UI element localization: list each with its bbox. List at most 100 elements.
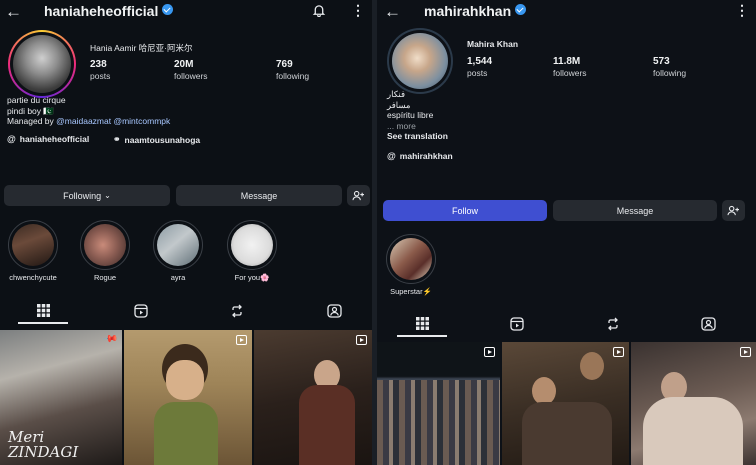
reel-badge-icon <box>484 347 495 357</box>
tab-reels[interactable] <box>492 311 542 337</box>
tab-reels[interactable] <box>116 298 166 324</box>
message-button[interactable]: Message <box>553 200 717 221</box>
followers-stat[interactable]: 20M followers <box>174 59 208 81</box>
grid-post[interactable] <box>377 342 500 465</box>
bio-line: espíritu libre <box>387 110 434 120</box>
threads-icon: @ <box>387 151 396 161</box>
story-highlight[interactable]: ayra <box>148 220 208 282</box>
back-arrow-icon[interactable]: ← <box>5 3 22 20</box>
grid-post[interactable] <box>631 342 756 465</box>
grid-post[interactable] <box>254 330 372 465</box>
follow-button[interactable]: Follow <box>383 200 547 221</box>
story-highlight[interactable]: For you🌸 <box>222 220 282 282</box>
threads-link[interactable]: @ mahirahkhan <box>387 151 453 161</box>
following-count: 573 <box>653 56 670 67</box>
more-options-icon[interactable]: ⋮ <box>351 2 365 19</box>
message-button[interactable]: Message <box>176 185 342 206</box>
tagged-person-icon <box>326 304 342 318</box>
chevron-down-icon: ⌄ <box>104 191 111 200</box>
grid-icon <box>36 303 50 317</box>
grid-post[interactable] <box>124 330 252 465</box>
posts-stat[interactable]: 238 posts <box>90 59 110 81</box>
following-button[interactable]: Following ⌄ <box>4 185 170 206</box>
posts-count: 238 <box>90 59 107 70</box>
link-icon: ⚭ <box>113 134 121 144</box>
story-highlight[interactable]: Rogue <box>75 220 135 282</box>
profile-full-name: Hania Aamir 哈尼亚·阿米尔 <box>90 43 193 53</box>
bio-line: partie du cirque <box>7 95 66 105</box>
grid-icon <box>415 316 429 330</box>
followers-label: followers <box>553 68 587 78</box>
following-stat[interactable]: 573 following <box>653 56 686 78</box>
following-label: following <box>276 71 310 81</box>
post-title-text: Meri ZINDAGI <box>8 428 79 461</box>
see-translation-link[interactable]: See translation <box>387 131 448 142</box>
suggest-people-button[interactable] <box>347 185 370 206</box>
profile-username: haniaheheofficial <box>44 3 174 19</box>
story-highlight[interactable]: Superstar⚡ <box>381 234 441 296</box>
verified-badge-icon <box>162 4 174 15</box>
following-stat[interactable]: 769 following <box>276 59 309 81</box>
highlight-label: chwenchycute <box>9 273 57 282</box>
followers-label: followers <box>174 71 208 81</box>
profile-bio: فنکار مسافر espíritu libre ... more See … <box>387 89 448 142</box>
grid-post[interactable] <box>502 342 629 465</box>
repost-icon <box>232 304 242 318</box>
reel-badge-icon <box>356 335 367 345</box>
tab-reposts[interactable] <box>212 298 262 324</box>
highlight-label: Superstar⚡ <box>390 287 432 296</box>
verified-badge-icon <box>515 4 527 15</box>
following-label: following <box>653 68 687 78</box>
profile-full-name: Mahira Khan <box>467 39 519 49</box>
reel-badge-icon <box>236 335 247 345</box>
profile-tabs <box>0 298 372 324</box>
grid-post[interactable]: 📌 Meri ZINDAGI <box>0 330 122 465</box>
add-person-icon <box>352 190 364 201</box>
bio-more-link[interactable]: ... more <box>387 121 448 132</box>
notification-bell-icon[interactable] <box>312 4 326 17</box>
left-profile-panel: ← haniaheheofficial ⋮ Hania Aamir 哈尼亚·阿米… <box>0 0 372 465</box>
reels-icon <box>134 304 148 318</box>
followers-count: 20M <box>174 59 194 70</box>
posts-grid <box>377 342 756 465</box>
pin-icon: 📌 <box>101 331 119 348</box>
highlight-label: ayra <box>170 273 186 282</box>
reel-badge-icon <box>740 347 751 357</box>
bio-line: pindi boy 🇵🇰 <box>7 105 54 116</box>
back-arrow-icon[interactable]: ← <box>384 3 401 20</box>
bio-managed-by: Managed by @maidaazmat @mintcommpk <box>7 116 171 126</box>
reel-badge-icon <box>613 347 624 357</box>
external-link[interactable]: ⚭ naamtousunahoga <box>113 134 200 145</box>
profile-avatar[interactable] <box>387 28 453 94</box>
tagged-person-icon <box>700 317 716 331</box>
more-options-icon[interactable]: ⋮ <box>735 2 749 19</box>
tab-tagged[interactable] <box>683 311 733 337</box>
profile-tabs <box>377 311 756 337</box>
posts-grid: 📌 Meri ZINDAGI <box>0 330 372 465</box>
profile-bio: partie du cirque pindi boy 🇵🇰 Managed by… <box>7 95 170 127</box>
posts-stat[interactable]: 1,544 posts <box>467 56 492 78</box>
following-count: 769 <box>276 59 293 70</box>
right-profile-panel: ← mahirahkhan ⋮ Mahira Khan 1,544 posts 1… <box>377 0 756 465</box>
bio-mention-links[interactable]: @maidaazmat @mintcommpk <box>56 116 170 126</box>
threads-link[interactable]: @ haniaheheofficial <box>7 134 89 144</box>
highlight-label: Rogue <box>93 273 117 282</box>
posts-label: posts <box>467 68 488 78</box>
followers-stat[interactable]: 11.8M followers <box>553 56 587 78</box>
posts-count: 1,544 <box>467 56 493 67</box>
highlight-label: For you🌸 <box>234 273 270 282</box>
profile-avatar[interactable] <box>8 30 76 98</box>
tab-posts[interactable] <box>18 298 68 324</box>
bio-line: مسافر <box>387 99 411 110</box>
profile-username: mahirahkhan <box>424 3 527 19</box>
tab-tagged[interactable] <box>309 298 359 324</box>
posts-label: posts <box>90 71 111 81</box>
suggest-people-button[interactable] <box>722 200 745 221</box>
reels-icon <box>510 317 524 331</box>
tab-posts[interactable] <box>397 311 447 337</box>
threads-icon: @ <box>7 134 16 144</box>
add-person-icon <box>727 205 739 216</box>
repost-icon <box>608 317 618 331</box>
tab-reposts[interactable] <box>588 311 638 337</box>
story-highlight[interactable]: chwenchycute <box>3 220 63 282</box>
